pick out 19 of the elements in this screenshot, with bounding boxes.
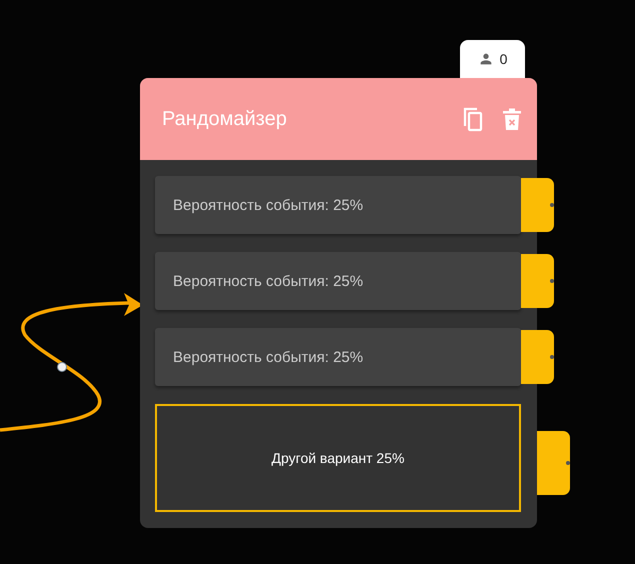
option-label: Вероятность события: 25% <box>173 272 364 290</box>
delete-icon[interactable] <box>503 108 521 130</box>
node-title: Рандомайзер <box>162 108 288 130</box>
option-label: Вероятность события: 25% <box>173 196 364 214</box>
connector-handle[interactable] <box>57 362 67 372</box>
output-port[interactable] <box>521 330 554 384</box>
option-card[interactable]: Вероятность события: 25% <box>155 252 521 310</box>
copy-icon[interactable] <box>461 106 485 132</box>
user-count: 0 <box>500 51 508 67</box>
option-card[interactable]: Вероятность события: 25% <box>155 328 521 386</box>
output-port[interactable] <box>537 431 570 495</box>
output-port[interactable] <box>521 178 554 232</box>
person-icon <box>478 51 494 67</box>
option-label: Вероятность события: 25% <box>173 348 364 366</box>
output-port[interactable] <box>521 254 554 308</box>
default-option-label: Другой вариант 25% <box>272 450 404 466</box>
connector-arrow[interactable] <box>0 293 143 432</box>
option-card[interactable]: Вероятность события: 25% <box>155 176 521 234</box>
default-option-card[interactable]: Другой вариант 25% <box>155 404 521 512</box>
